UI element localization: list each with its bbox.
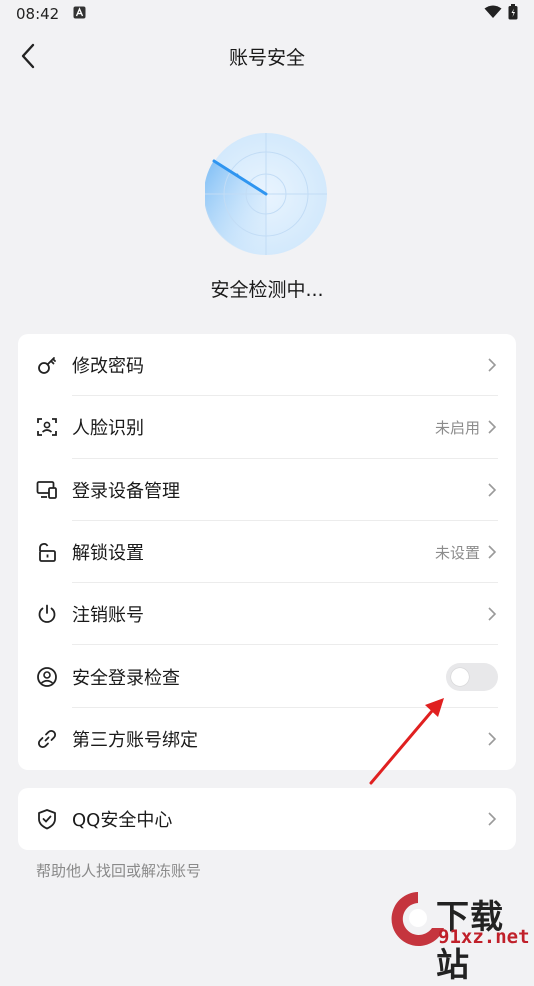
link-icon: [35, 727, 59, 751]
chevron-right-icon: [486, 356, 498, 374]
devices-icon: [35, 478, 59, 502]
qq-security-center-item[interactable]: QQ安全中心: [18, 788, 516, 850]
chevron-right-icon: [486, 543, 498, 561]
settings-item-cancel-account[interactable]: 注销账号: [18, 583, 516, 646]
settings-item-label: 第三方账号绑定: [72, 729, 198, 751]
scan-status-text: 安全检测中...: [210, 279, 324, 301]
wifi-icon: [484, 5, 502, 23]
toggle-knob: [451, 667, 469, 686]
chevron-right-icon: [486, 730, 498, 748]
qq-security-center-label: QQ安全中心: [72, 810, 173, 831]
notification-a-icon: [73, 5, 86, 23]
settings-item-change-password[interactable]: 修改密码: [18, 334, 516, 397]
settings-item-face-recognition[interactable]: 人脸识别 未启用: [18, 396, 516, 459]
settings-item-login-devices[interactable]: 登录设备管理: [18, 459, 516, 521]
security-settings-card: 修改密码 人脸识别 未启用 登录设备管理 解锁设置 未设置 注销账号 安全登录检…: [18, 334, 516, 770]
secure-login-toggle[interactable]: [446, 662, 498, 691]
chevron-right-icon: [486, 418, 498, 436]
settings-item-third-party-binding[interactable]: 第三方账号绑定: [18, 708, 516, 770]
settings-item-label: 修改密码: [72, 356, 144, 378]
user-circle-icon: [35, 665, 59, 689]
settings-item-label: 人脸识别: [72, 418, 144, 440]
chevron-right-icon: [486, 605, 498, 623]
settings-item-label: 解锁设置: [72, 543, 144, 565]
settings-item-label: 注销账号: [72, 605, 144, 627]
status-bar: 08:42: [0, 0, 534, 28]
settings-item-status: 未启用: [434, 418, 480, 437]
face-scan-icon: [35, 415, 59, 439]
help-others-recover-link[interactable]: 帮助他人找回或解冻账号: [36, 860, 201, 881]
page-title: 账号安全: [228, 46, 305, 69]
security-scan-radar: [203, 133, 327, 256]
qq-security-center-card: QQ安全中心: [18, 788, 516, 850]
settings-item-label: 登录设备管理: [72, 480, 180, 502]
back-button[interactable]: [12, 40, 44, 72]
watermark-domain: 91xz.net: [438, 926, 530, 948]
battery-icon: [508, 4, 518, 24]
settings-item-status: 未设置: [434, 543, 480, 562]
shield-check-icon: [35, 807, 59, 831]
chevron-right-icon: [486, 481, 498, 499]
app-header: 账号安全: [0, 32, 534, 80]
back-arrow-icon: [21, 43, 35, 69]
chevron-right-icon: [486, 810, 498, 828]
status-time: 08:42: [16, 5, 60, 23]
site-watermark: 下载站 91xz.net: [388, 888, 534, 984]
settings-item-label: 安全登录检查: [72, 667, 180, 689]
unlock-icon: [35, 540, 59, 564]
settings-item-unlock-settings[interactable]: 解锁设置 未设置: [18, 521, 516, 584]
settings-item-secure-login-check: 安全登录检查: [18, 645, 516, 708]
power-icon: [35, 602, 59, 626]
key-icon: [35, 353, 59, 377]
